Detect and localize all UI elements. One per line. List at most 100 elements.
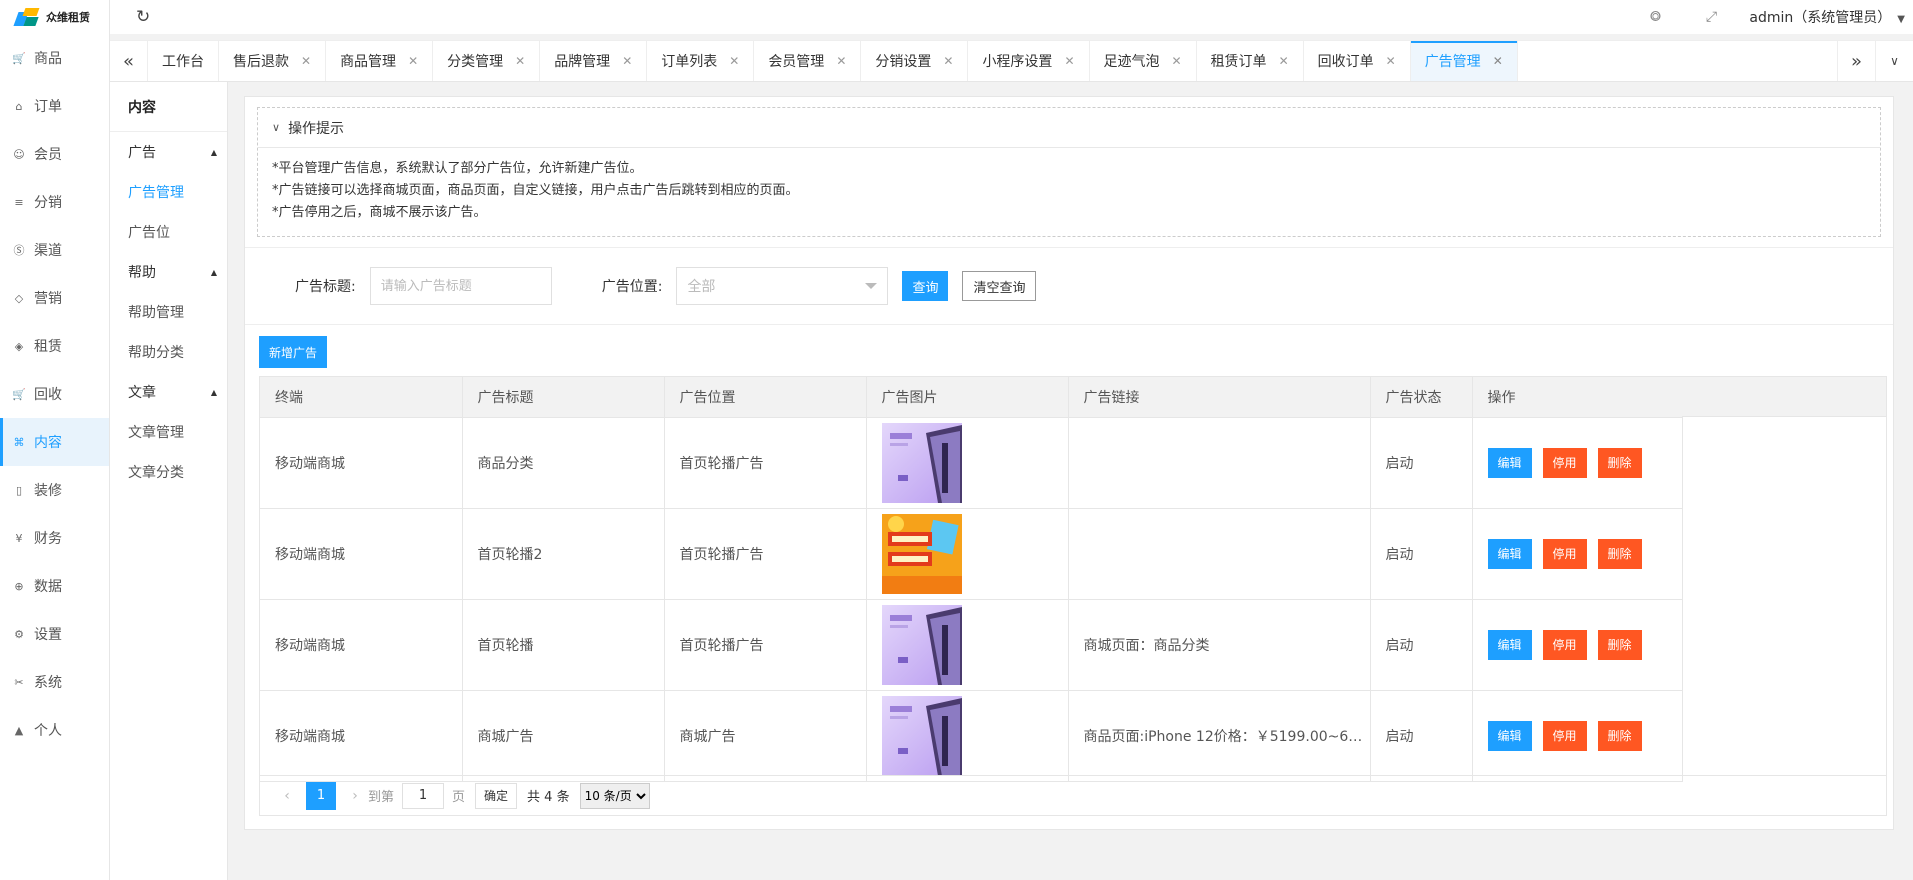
page-size-select[interactable]: 10 条/页 <box>579 782 650 809</box>
tab-9[interactable]: 足迹气泡 ✕ <box>1090 41 1197 81</box>
subnav-item-1-1[interactable]: 帮助分类 <box>110 332 227 372</box>
cell-position: 首页轮播广告 <box>664 417 867 509</box>
user-menu[interactable]: admin（系统管理员） ▼ <box>1749 7 1905 27</box>
close-icon[interactable]: ✕ <box>1279 54 1289 68</box>
brand-logo[interactable]: 众维租赁 <box>0 0 109 34</box>
close-icon[interactable]: ✕ <box>408 54 418 68</box>
edit-button[interactable]: 编辑 <box>1487 447 1532 478</box>
nav-item-label: 设置 <box>34 627 62 643</box>
nav-item-12[interactable]: ⚙ 设置 <box>0 610 109 658</box>
disable-button[interactable]: 停用 <box>1542 447 1587 478</box>
close-icon[interactable]: ✕ <box>301 54 311 68</box>
subnav-group-2[interactable]: 文章 ▲ <box>110 372 227 412</box>
nav-item-9[interactable]: ▯ 装修 <box>0 466 109 514</box>
tabs-scroll-left-icon[interactable]: « <box>110 41 148 81</box>
tab-7[interactable]: 分销设置 ✕ <box>861 41 969 81</box>
nav-item-4[interactable]: Ⓢ 渠道 <box>0 226 109 274</box>
delete-button[interactable]: 删除 <box>1597 720 1642 751</box>
subnav-item-0-1[interactable]: 广告位 <box>110 212 227 252</box>
close-icon[interactable]: ✕ <box>622 54 632 68</box>
cell-status: 启动 <box>1370 417 1473 509</box>
subnav-groups: 广告 ▲ 广告管理 广告位 帮助 ▲ 帮助管理 帮助分类 文章 ▲ 文章管理 文章分类 <box>110 132 227 492</box>
tab-0[interactable]: 工作台 <box>148 41 219 81</box>
nav-item-8[interactable]: ⌘ 内容 <box>0 418 109 466</box>
close-icon[interactable]: ✕ <box>1493 54 1503 68</box>
tab-label: 租赁订单 <box>1210 54 1267 70</box>
cell-status: 启动 <box>1370 508 1473 600</box>
current-page[interactable]: 1 <box>306 781 336 810</box>
tab-10[interactable]: 租赁订单 ✕ <box>1197 41 1304 81</box>
tabs-scroll-right-icon[interactable]: » <box>1837 41 1875 81</box>
tab-12[interactable]: 广告管理 ✕ <box>1410 41 1518 81</box>
nav-item-5[interactable]: ◇ 营销 <box>0 274 109 322</box>
close-icon[interactable]: ✕ <box>515 54 525 68</box>
cell-actions: 编辑 停用 删除 <box>1472 599 1683 691</box>
nav-item-11[interactable]: ⊕ 数据 <box>0 562 109 610</box>
edit-button[interactable]: 编辑 <box>1487 629 1532 660</box>
edit-button[interactable]: 编辑 <box>1487 720 1532 751</box>
ad-position-select[interactable]: 全部 <box>676 267 889 305</box>
clear-query-button[interactable]: 清空查询 <box>962 271 1037 301</box>
disable-button[interactable]: 停用 <box>1542 629 1587 660</box>
add-ad-button[interactable]: 新增广告 <box>259 336 328 368</box>
close-icon[interactable]: ✕ <box>729 54 739 68</box>
subnav-group-0[interactable]: 广告 ▲ <box>110 132 227 172</box>
cell-title: 首页轮播2 <box>462 508 665 600</box>
subnav-item-2-1[interactable]: 文章分类 <box>110 452 227 492</box>
tabs-menu-chevron-icon[interactable]: ∨ <box>1875 41 1913 81</box>
tips-title: 操作提示 <box>288 120 345 137</box>
next-page-icon[interactable]: › <box>342 788 368 804</box>
total-count: 共 4 条 <box>527 790 570 805</box>
tab-5[interactable]: 订单列表 ✕ <box>647 41 755 81</box>
goto-confirm-button[interactable]: 确定 <box>475 782 518 809</box>
tab-8[interactable]: 小程序设置 ✕ <box>968 41 1090 81</box>
tips-header[interactable]: ∨ 操作提示 <box>258 108 1880 148</box>
disable-button[interactable]: 停用 <box>1542 538 1587 569</box>
tag-icon[interactable]: ⭗ <box>1627 9 1683 25</box>
close-icon[interactable]: ✕ <box>1064 54 1074 68</box>
delete-button[interactable]: 删除 <box>1597 447 1642 478</box>
caret-up-icon: ▲ <box>210 267 217 277</box>
close-icon[interactable]: ✕ <box>1386 54 1396 68</box>
close-icon[interactable]: ✕ <box>836 54 846 68</box>
nav-item-7[interactable]: 🛒 回收 <box>0 370 109 418</box>
nav-item-13[interactable]: ✂ 系统 <box>0 658 109 706</box>
tab-1[interactable]: 售后退款 ✕ <box>219 41 327 81</box>
edit-button[interactable]: 编辑 <box>1487 538 1532 569</box>
cell-title: 首页轮播 <box>462 599 665 691</box>
yen-icon: ¥ <box>15 531 23 545</box>
tab-4[interactable]: 品牌管理 ✕ <box>540 41 648 81</box>
bell-icon: ⌂ <box>15 99 23 113</box>
ad-title-input[interactable] <box>369 267 552 305</box>
tab-label: 分类管理 <box>447 54 504 70</box>
tab-11[interactable]: 回收订单 ✕ <box>1304 41 1411 81</box>
subnav-item-1-0[interactable]: 帮助管理 <box>110 292 227 332</box>
nav-item-2[interactable]: ☺ 会员 <box>0 130 109 178</box>
query-button[interactable]: 查询 <box>902 271 949 301</box>
subnav-item-2-0[interactable]: 文章管理 <box>110 412 227 452</box>
tab-6[interactable]: 会员管理 ✕ <box>754 41 862 81</box>
prev-page-icon[interactable]: ‹ <box>274 788 300 804</box>
cell-link <box>1068 508 1371 600</box>
subnav-group-1[interactable]: 帮助 ▲ <box>110 252 227 292</box>
cell-terminal: 移动端商城 <box>260 690 463 782</box>
nav-item-1[interactable]: ⌂ 订单 <box>0 82 109 130</box>
close-icon[interactable]: ✕ <box>1172 54 1182 68</box>
cart-icon: 🛒 <box>12 51 26 65</box>
tab-2[interactable]: 商品管理 ✕ <box>326 41 434 81</box>
fullscreen-icon[interactable]: ⤢ <box>1683 9 1739 25</box>
caret-down-icon: ▼ <box>1897 14 1905 25</box>
tab-3[interactable]: 分类管理 ✕ <box>433 41 541 81</box>
nav-item-3[interactable]: ≡ 分销 <box>0 178 109 226</box>
nav-item-10[interactable]: ¥ 财务 <box>0 514 109 562</box>
goto-page-input[interactable] <box>402 782 445 809</box>
refresh-icon[interactable]: ↻ <box>136 7 150 27</box>
delete-button[interactable]: 删除 <box>1597 538 1642 569</box>
nav-item-6[interactable]: ◈ 租赁 <box>0 322 109 370</box>
subnav-item-0-0[interactable]: 广告管理 <box>110 172 227 212</box>
delete-button[interactable]: 删除 <box>1597 629 1642 660</box>
close-icon[interactable]: ✕ <box>943 54 953 68</box>
disable-button[interactable]: 停用 <box>1542 720 1587 751</box>
nav-item-0[interactable]: 🛒 商品 <box>0 34 109 82</box>
nav-item-14[interactable]: ▲ 个人 <box>0 706 109 754</box>
